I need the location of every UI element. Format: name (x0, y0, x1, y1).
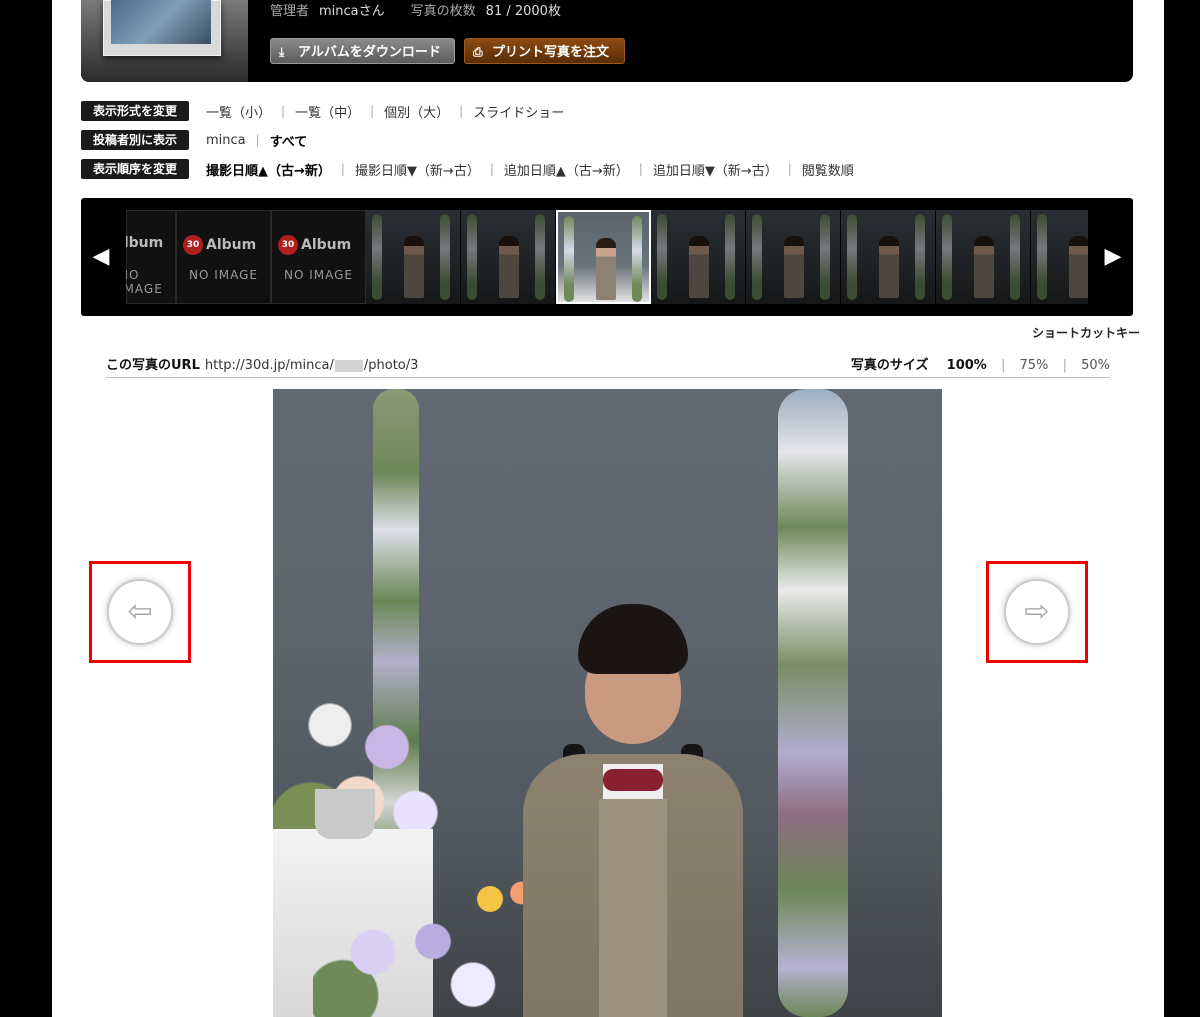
album-meta: 管理者 mincaさん 写真の枚数 81 / 2000枚 (270, 0, 561, 19)
thumbnail-filmstrip: ◀ Album NO IMAGE 30Album NO IMAGE 30Albu… (81, 198, 1133, 316)
download-icon: ⤓ (279, 45, 285, 59)
next-photo-highlight: ⇨ (986, 561, 1088, 663)
flower-garland-right (778, 389, 848, 1017)
manager-name: mincaさん (319, 4, 385, 19)
separator: | (787, 162, 792, 176)
poster-filter-options: minca | すべて (206, 131, 307, 150)
album-logo-text: Album (206, 237, 257, 253)
flower-pot (315, 789, 375, 839)
album-logo: 30 Album (183, 235, 266, 255)
poster-filter-label: 投稿者別に表示 (81, 130, 189, 150)
display-format-row: 表示形式を変更 一覧（小） | 一覧（中） | 個別（大） | スライドショー (81, 101, 564, 121)
thumbnail-photo[interactable] (746, 210, 841, 304)
no-image-text: NO IMAGE (126, 268, 163, 296)
album-header: 管理者 mincaさん 写真の枚数 81 / 2000枚 ⤓ アルバムをダウンロード ⎙… (81, 0, 1133, 82)
filmstrip-thumbnails: Album NO IMAGE 30Album NO IMAGE 30Album … (126, 210, 1088, 304)
download-album-label: アルバムをダウンロード (298, 45, 441, 60)
separator: | (489, 162, 494, 176)
arrow-right-circle-icon[interactable]: ⇨ (1004, 579, 1070, 645)
thumbnail-photo-current[interactable] (556, 210, 651, 304)
thumbnail-photo[interactable] (936, 210, 1031, 304)
order-print-label: プリント写真を注文 (492, 45, 610, 60)
sort-shot-date-desc[interactable]: 撮影日順▼（新→古） (355, 160, 480, 179)
sort-added-date-asc[interactable]: 追加日順▲（古→新） (504, 160, 629, 179)
sort-shot-date-asc[interactable]: 撮影日順▲（古→新） (206, 160, 331, 179)
size-100[interactable]: 100% (947, 358, 987, 373)
separator: | (1000, 358, 1006, 373)
download-album-button[interactable]: ⤓ アルバムをダウンロード (270, 38, 455, 64)
separator: | (340, 162, 345, 176)
sort-order-options: 撮影日順▲（古→新） | 撮影日順▼（新→古） | 追加日順▲（古→新） | 追… (206, 160, 854, 179)
separator: | (638, 162, 643, 176)
sort-view-count[interactable]: 閲覧数順 (802, 160, 854, 179)
separator: | (255, 133, 260, 147)
masked-text (334, 359, 363, 372)
chevron-left-icon[interactable]: ◀ (81, 198, 121, 316)
manager-label: 管理者 (270, 4, 310, 19)
album-logo-text: Album (126, 235, 164, 251)
order-print-button[interactable]: ⎙ プリント写真を注文 (464, 38, 625, 64)
separator: | (370, 104, 375, 118)
album-30-badge: 30 (278, 235, 298, 255)
thumbnail-no-image[interactable]: 30 Album NO IMAGE (271, 210, 366, 304)
display-slideshow[interactable]: スライドショー (473, 102, 564, 121)
photo-count: 81 / 2000枚 (485, 4, 561, 19)
thumbnail-no-image[interactable]: 30 Album NO IMAGE (176, 210, 271, 304)
child-subject (503, 604, 743, 1017)
chevron-right-icon[interactable]: ▶ (1093, 198, 1133, 316)
main-photo[interactable] (273, 389, 942, 1017)
photo-url-label: この写真のURL (106, 358, 200, 373)
photo-url-suffix: /photo/3 (363, 358, 419, 373)
album-logo: Album (126, 235, 171, 251)
album-logo-text: Album (301, 237, 352, 253)
display-list-medium[interactable]: 一覧（中） (295, 102, 360, 121)
photo-size-label: 写真のサイズ (850, 358, 929, 373)
size-50[interactable]: 50% (1081, 358, 1110, 373)
prev-photo-highlight: ⇦ (89, 561, 191, 663)
flower-arrangement (313, 909, 513, 1017)
sort-order-row: 表示順序を変更 撮影日順▲（古→新） | 撮影日順▼（新→古） | 追加日順▲（… (81, 159, 854, 179)
display-individual-large[interactable]: 個別（大） (384, 102, 449, 121)
display-list-small[interactable]: 一覧（小） (206, 102, 271, 121)
display-format-label: 表示形式を変更 (81, 101, 189, 121)
thumbnail-no-image[interactable]: Album NO IMAGE (126, 210, 176, 304)
photo-url[interactable]: http://30d.jp/minca/ /photo/3 (205, 358, 419, 373)
photo-size-control: 写真のサイズ 100% | 75% | 50% (851, 354, 1110, 373)
poster-filter-row: 投稿者別に表示 minca | すべて (81, 130, 307, 150)
poster-minca[interactable]: minca (206, 133, 246, 148)
thumbnail-photo[interactable] (461, 210, 556, 304)
no-image-text: NO IMAGE (188, 268, 258, 282)
page: 管理者 mincaさん 写真の枚数 81 / 2000枚 ⤓ アルバムをダウンロード ⎙… (52, 0, 1164, 1017)
photo-url-row: この写真のURL http://30d.jp/minca/ /photo/3 写真の… (106, 354, 1110, 378)
no-image-text: NO IMAGE (283, 268, 353, 282)
thumbnail-photo[interactable] (841, 210, 936, 304)
thumbnail-photo[interactable] (1031, 210, 1088, 304)
print-icon: ⎙ (473, 45, 483, 59)
photo-count-label: 写真の枚数 (410, 4, 476, 19)
album-logo: 30 Album (278, 235, 361, 255)
poster-all[interactable]: すべて (270, 131, 308, 150)
sort-added-date-desc[interactable]: 追加日順▼（新→古） (653, 160, 778, 179)
sort-order-label: 表示順序を変更 (81, 159, 189, 179)
shortcut-key-link[interactable]: ショートカットキー (1032, 324, 1140, 341)
thumbnail-photo[interactable] (366, 210, 461, 304)
separator: | (1062, 358, 1067, 373)
separator: | (281, 104, 286, 118)
size-75[interactable]: 75% (1020, 358, 1049, 373)
album-cover-photo (111, 0, 211, 44)
photo-url-prefix: http://30d.jp/minca/ (204, 358, 334, 373)
display-format-options: 一覧（小） | 一覧（中） | 個別（大） | スライドショー (206, 102, 564, 121)
thumbnail-photo[interactable] (651, 210, 746, 304)
separator: | (459, 104, 464, 118)
arrow-left-circle-icon[interactable]: ⇦ (107, 579, 173, 645)
album-cover[interactable] (81, 0, 248, 82)
album-30-badge: 30 (183, 235, 203, 255)
